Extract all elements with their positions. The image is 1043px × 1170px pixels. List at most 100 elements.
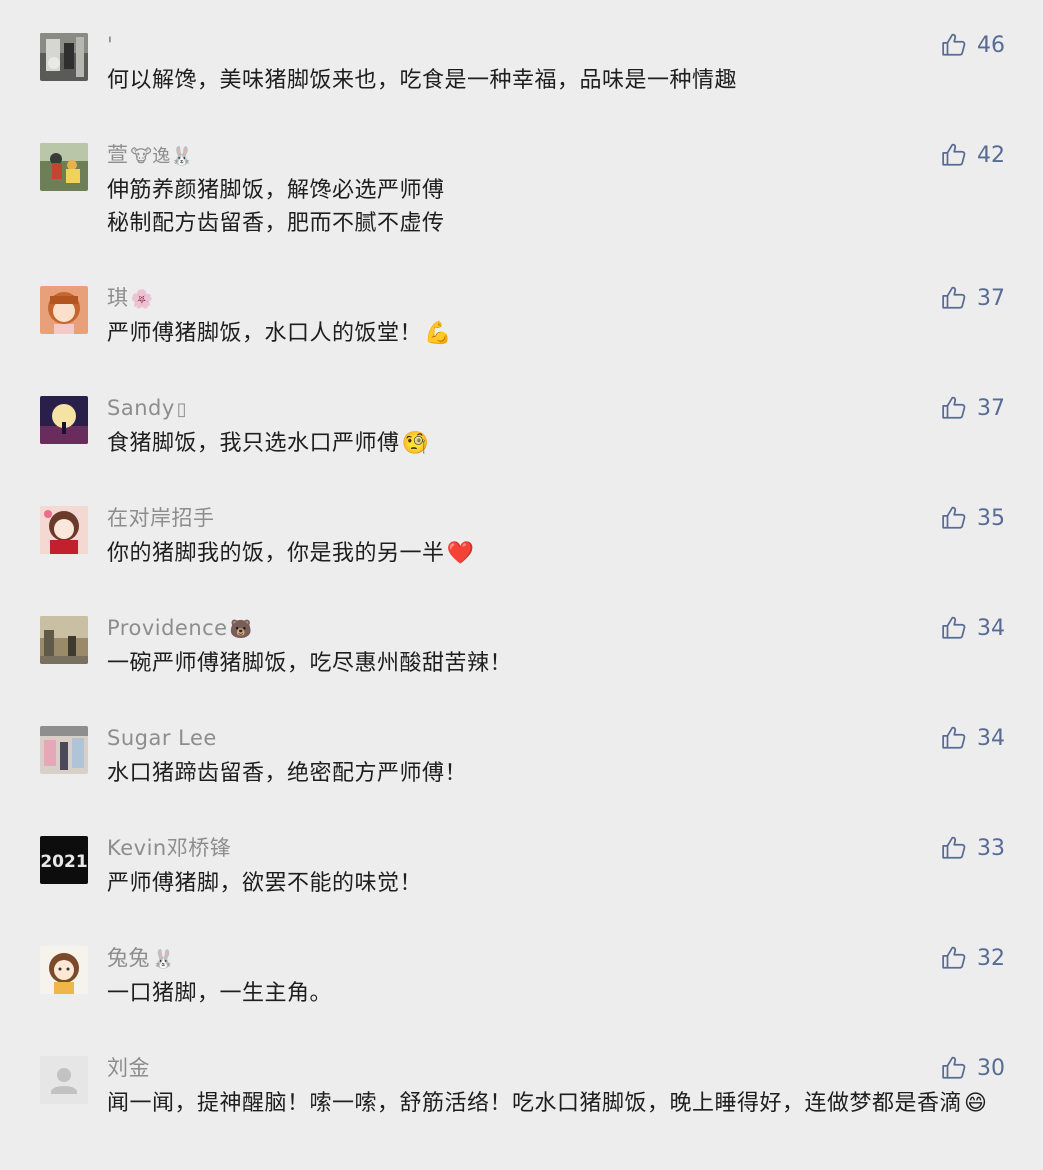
- comment-text: 闻一闻，提神醒脑！嗦一嗦，舒筋活络！吃水口猪脚饭，晚上睡得好，连做梦都是香滴😄: [107, 1087, 1012, 1120]
- nickname[interactable]: Sandy ▯: [107, 394, 187, 424]
- comment-text: 你的猪脚我的饭，你是我的另一半❤️: [107, 537, 1012, 570]
- comment-line: 严师傅猪脚，欲罢不能的味觉！: [107, 871, 423, 896]
- comment-text: 严师傅猪脚，欲罢不能的味觉！: [107, 867, 1012, 900]
- comment-emoji: ❤️: [446, 541, 475, 566]
- like-button[interactable]: 34: [941, 613, 1005, 643]
- avatar[interactable]: [40, 726, 88, 774]
- thumbs-up-icon: [942, 33, 966, 56]
- nickname-text: 刘金: [107, 1056, 150, 1080]
- like-count: 35: [977, 505, 1005, 531]
- comment-line: 伸筋养颜猪脚饭，解馋必选严师傅: [107, 178, 445, 203]
- default-user-icon: [40, 1056, 88, 1104]
- avatar[interactable]: [40, 33, 88, 81]
- avatar-anime-girl-icon: [40, 286, 88, 334]
- like-count: 46: [977, 32, 1005, 58]
- nickname-text: ': [107, 33, 114, 57]
- comment-line-text: 你的猪脚我的饭，你是我的另一半: [107, 541, 445, 566]
- comment-line: 水口猪蹄齿留香，绝密配方严师傅！: [107, 761, 468, 786]
- comment-text: 伸筋养颜猪脚饭，解馋必选严师傅 秘制配方齿留香，肥而不腻不虚传: [107, 174, 1012, 240]
- comment-text: 严师傅猪脚饭，水口人的饭堂！💪: [107, 317, 1012, 350]
- avatar-photo-dark-icon: [40, 33, 88, 81]
- like-count: 30: [977, 1055, 1005, 1081]
- comment-line-text: 严师傅猪脚饭，水口人的饭堂！: [107, 321, 423, 346]
- comment-text: 一口猪脚，一生主角。: [107, 977, 1012, 1010]
- nickname-text: Sandy: [107, 396, 175, 420]
- avatar[interactable]: [40, 286, 88, 334]
- like-button[interactable]: 37: [941, 283, 1005, 313]
- comment-emoji: 😄: [964, 1091, 988, 1116]
- nickname-text: Providence: [107, 616, 228, 640]
- like-button[interactable]: 42: [941, 140, 1005, 170]
- avatar[interactable]: [40, 946, 88, 994]
- comment-text: 水口猪蹄齿留香，绝密配方严师傅！: [107, 757, 1012, 790]
- nickname[interactable]: Providence 🐻: [107, 614, 253, 644]
- thumbs-up-icon: [942, 396, 966, 419]
- nickname-emoji: 🐻: [229, 619, 253, 640]
- comment-line: 闻一闻，提神醒脑！嗦一嗦，舒筋活络！吃水口猪脚饭，晚上睡得好，连做梦都是香滴😄: [107, 1091, 987, 1116]
- comment-line: 食猪脚饭，我只选水口严师傅🧐: [107, 427, 1012, 460]
- nickname[interactable]: Kevin邓桥锋: [107, 834, 231, 862]
- avatar[interactable]: 2021: [40, 836, 88, 884]
- nickname[interactable]: 萱 🐮逸🐰: [107, 141, 194, 171]
- like-button[interactable]: 46: [941, 30, 1005, 60]
- comment-line: 一口猪脚，一生主角。: [107, 981, 333, 1006]
- nickname-text: Sugar Lee: [107, 726, 217, 750]
- nickname-text: Kevin邓桥锋: [107, 836, 232, 860]
- avatar[interactable]: [40, 506, 88, 554]
- like-button[interactable]: 34: [941, 723, 1005, 753]
- comment-line: 一碗严师傅猪脚饭，吃尽惠州酸甜苦辣！: [107, 651, 513, 676]
- thumbs-up-icon: [942, 946, 966, 969]
- comment-line: 你的猪脚我的饭，你是我的另一半❤️: [107, 537, 1012, 570]
- nickname-emoji: 🐰: [152, 949, 175, 970]
- like-count: 34: [977, 615, 1005, 641]
- comment-line: 何以解馋，美味猪脚饭来也，吃食是一种幸福，品味是一种情趣: [107, 68, 738, 93]
- nickname[interactable]: 琪 🌸: [107, 284, 153, 314]
- nickname[interactable]: Sugar Lee: [107, 724, 217, 752]
- comment-line: 严师傅猪脚饭，水口人的饭堂！💪: [107, 317, 1012, 350]
- avatar-photo-park-icon: [40, 143, 88, 191]
- avatar[interactable]: [40, 143, 88, 191]
- avatar-cartoon-girl-icon: [40, 946, 88, 994]
- like-button[interactable]: 32: [941, 943, 1005, 973]
- avatar[interactable]: [40, 1056, 88, 1104]
- avatar-moon-night-icon: [40, 396, 88, 444]
- nickname-text: 萱: [107, 143, 129, 167]
- like-count: 33: [977, 835, 1005, 861]
- nickname[interactable]: ': [107, 31, 113, 59]
- avatar[interactable]: [40, 616, 88, 664]
- nickname[interactable]: 兔兔 🐰: [107, 944, 175, 974]
- avatar-year-2021-icon: 2021: [40, 836, 88, 884]
- comment-line-text: 闻一闻，提神醒脑！嗦一嗦，舒筋活络！吃水口猪脚饭，晚上睡得好，连做梦都是香滴: [107, 1091, 963, 1116]
- avatar-photo-shop-icon: [40, 726, 88, 774]
- nickname-text: 兔兔: [107, 946, 150, 970]
- comment-text: 何以解馋，美味猪脚饭来也，吃食是一种幸福，品味是一种情趣: [107, 64, 1012, 97]
- thumbs-up-icon: [942, 726, 966, 749]
- avatar[interactable]: [40, 396, 88, 444]
- thumbs-up-icon: [942, 286, 966, 309]
- nickname-text: 在对岸招手: [107, 506, 215, 530]
- comment-text: 食猪脚饭，我只选水口严师傅🧐: [107, 427, 1012, 460]
- like-button[interactable]: 35: [941, 503, 1005, 533]
- like-button[interactable]: 33: [941, 833, 1005, 863]
- nickname-text: 琪: [107, 286, 129, 310]
- like-count: 37: [977, 395, 1005, 421]
- like-count: 32: [977, 945, 1005, 971]
- thumbs-up-icon: [942, 1056, 966, 1079]
- like-button[interactable]: 37: [941, 393, 1005, 423]
- nickname[interactable]: 刘金: [107, 1054, 150, 1082]
- thumbs-up-icon: [942, 506, 966, 529]
- svg-text:2021: 2021: [40, 852, 87, 872]
- nickname-emoji: 🌸: [130, 289, 154, 310]
- like-button[interactable]: 30: [941, 1053, 1005, 1083]
- avatar-photo-street-icon: [40, 616, 88, 664]
- comment-line: 秘制配方齿留香，肥而不腻不虚传: [107, 211, 445, 236]
- nickname-emoji: 🐮逸🐰: [130, 146, 194, 167]
- nickname[interactable]: 在对岸招手: [107, 504, 215, 532]
- thumbs-up-icon: [942, 143, 966, 166]
- avatar-anime-red-icon: [40, 506, 88, 554]
- like-count: 34: [977, 725, 1005, 751]
- comment-text: 一碗严师傅猪脚饭，吃尽惠州酸甜苦辣！: [107, 647, 1012, 680]
- comment-emoji: 🧐: [401, 431, 430, 456]
- comment-emoji: 💪: [424, 321, 452, 346]
- thumbs-up-icon: [942, 836, 966, 859]
